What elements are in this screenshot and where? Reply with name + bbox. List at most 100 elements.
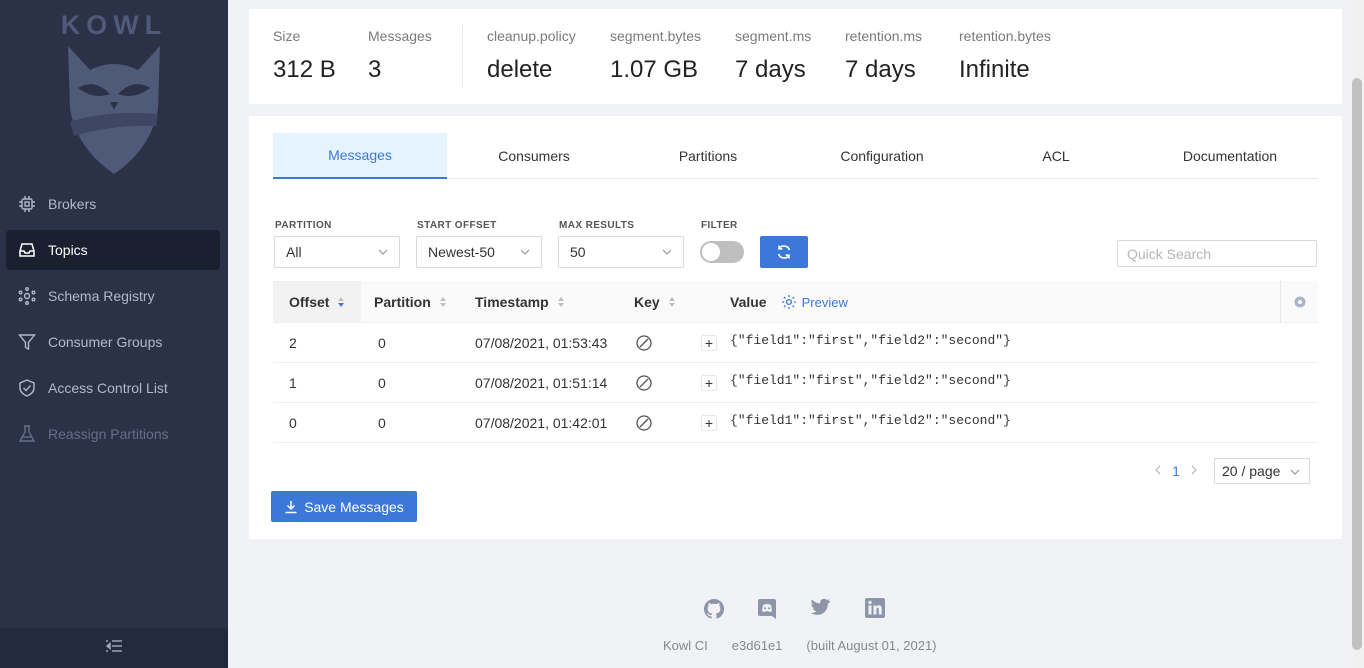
tab-messages[interactable]: Messages bbox=[273, 133, 447, 179]
cpu-icon bbox=[18, 195, 36, 213]
gear-icon bbox=[1294, 296, 1305, 308]
page-scrollbar[interactable] bbox=[1350, 0, 1364, 668]
table-row[interactable]: 0 0 07/08/2021, 01:42:01 + {"field1":"fi… bbox=[273, 403, 1318, 443]
table-row[interactable]: 1 0 07/08/2021, 01:51:14 + {"field1":"fi… bbox=[273, 363, 1318, 403]
stat-label: retention.bytes bbox=[959, 28, 1051, 44]
logo-text: KOWL bbox=[60, 10, 168, 40]
discord-icon[interactable] bbox=[757, 598, 811, 620]
menu-fold-icon bbox=[105, 638, 123, 659]
stat-value: 7 days bbox=[735, 56, 806, 83]
chevron-down-icon bbox=[520, 249, 530, 255]
max-results-label: MAX RESULTS bbox=[559, 220, 635, 231]
sort-icon bbox=[557, 296, 565, 308]
tab-configuration[interactable]: Configuration bbox=[795, 133, 969, 179]
cell-offset: 0 bbox=[289, 415, 297, 431]
cell-timestamp: 07/08/2021, 01:53:43 bbox=[475, 335, 608, 351]
null-key-icon bbox=[635, 403, 653, 443]
tab-consumers[interactable]: Consumers bbox=[447, 133, 621, 179]
column-label: Timestamp bbox=[475, 294, 549, 310]
quick-search-input[interactable] bbox=[1117, 240, 1317, 267]
refresh-button[interactable] bbox=[760, 236, 808, 268]
github-icon[interactable] bbox=[703, 598, 757, 620]
preview-label: Preview bbox=[801, 294, 848, 310]
filter-toggle[interactable] bbox=[700, 241, 744, 263]
sidebar-item-label: Consumer Groups bbox=[48, 334, 163, 350]
expand-row-button[interactable]: + bbox=[701, 415, 717, 431]
gear-icon bbox=[781, 295, 796, 309]
start-offset-select[interactable]: Newest-50 bbox=[416, 236, 542, 268]
column-label: Offset bbox=[289, 294, 330, 310]
prev-page-button[interactable] bbox=[1152, 463, 1164, 479]
column-header-value: Value Preview bbox=[730, 281, 848, 323]
chevron-down-icon bbox=[662, 249, 672, 255]
preview-settings-link[interactable]: Preview bbox=[781, 294, 848, 310]
owl-logo-icon bbox=[68, 46, 160, 174]
tab-partitions[interactable]: Partitions bbox=[621, 133, 795, 179]
page-number-current[interactable]: 1 bbox=[1164, 463, 1188, 479]
save-messages-button[interactable]: Save Messages bbox=[271, 491, 417, 522]
sort-icon bbox=[668, 296, 676, 308]
page-size-value: 20 / page bbox=[1222, 463, 1281, 479]
column-header-key[interactable]: Key bbox=[634, 281, 676, 323]
table-row[interactable]: 2 0 07/08/2021, 01:53:43 + {"field1":"fi… bbox=[273, 323, 1318, 363]
funnel-icon bbox=[18, 333, 36, 351]
filter-label: FILTER bbox=[701, 220, 738, 231]
table-settings-button[interactable] bbox=[1280, 281, 1318, 323]
stat-segment-ms: segment.ms 7 days bbox=[735, 28, 811, 84]
stat-divider bbox=[462, 26, 463, 88]
sidebar-item-reassign-partitions[interactable]: Reassign Partitions bbox=[6, 414, 220, 454]
stat-label: segment.ms bbox=[735, 28, 812, 44]
sort-icon bbox=[439, 296, 447, 308]
chevron-right-icon bbox=[1191, 465, 1197, 475]
expand-row-button[interactable]: + bbox=[701, 335, 717, 351]
sidebar-item-consumer-groups[interactable]: Consumer Groups bbox=[6, 322, 220, 362]
linkedin-icon[interactable] bbox=[865, 598, 919, 620]
stat-retention-bytes: retention.bytes Infinite bbox=[959, 28, 1051, 84]
table-header: Offset Partition Timestamp Key Value Pre… bbox=[273, 281, 1318, 323]
scrollbar-thumb[interactable] bbox=[1352, 78, 1362, 650]
sidebar-item-label: Access Control List bbox=[48, 380, 168, 396]
stat-size: Size 312 B bbox=[273, 28, 336, 84]
sidebar-item-label: Topics bbox=[48, 242, 88, 258]
stat-value: 7 days bbox=[845, 56, 916, 83]
cell-partition: 0 bbox=[378, 335, 386, 351]
column-header-partition[interactable]: Partition bbox=[374, 281, 447, 323]
sidebar: KOWL Brokers Topics Schema Registry Cons… bbox=[0, 0, 228, 668]
column-header-offset[interactable]: Offset bbox=[273, 281, 361, 323]
sidebar-item-schema-registry[interactable]: Schema Registry bbox=[6, 276, 220, 316]
expand-row-button[interactable]: + bbox=[701, 375, 717, 391]
share-nodes-icon bbox=[18, 287, 36, 305]
next-page-button[interactable] bbox=[1188, 463, 1200, 479]
stat-value: 312 B bbox=[273, 56, 336, 83]
cell-offset: 2 bbox=[289, 335, 297, 351]
page-size-select[interactable]: 20 / page bbox=[1214, 458, 1310, 484]
max-results-select[interactable]: 50 bbox=[558, 236, 684, 268]
tab-acl[interactable]: ACL bbox=[969, 133, 1143, 179]
cell-timestamp: 07/08/2021, 01:51:14 bbox=[475, 375, 608, 391]
topic-stats-panel: Size 312 B Messages 3 cleanup.policy del… bbox=[249, 9, 1342, 104]
partition-select[interactable]: All bbox=[274, 236, 400, 268]
sidebar-item-label: Reassign Partitions bbox=[48, 426, 169, 442]
twitter-icon[interactable] bbox=[811, 598, 865, 620]
sidebar-nav: Brokers Topics Schema Registry Consumer … bbox=[6, 184, 220, 460]
footer-commit: e3d61e1 bbox=[731, 638, 783, 653]
footer-build-info: Kowl CI e3d61e1 (built August 01, 2021) bbox=[663, 638, 961, 653]
max-results-value: 50 bbox=[570, 244, 586, 260]
cell-partition: 0 bbox=[378, 375, 386, 391]
stat-value: Infinite bbox=[959, 56, 1030, 83]
sort-descending-icon bbox=[337, 296, 345, 308]
stat-value: delete bbox=[487, 56, 553, 83]
null-key-icon bbox=[635, 363, 653, 403]
column-header-timestamp[interactable]: Timestamp bbox=[475, 281, 565, 323]
tab-documentation[interactable]: Documentation bbox=[1143, 133, 1317, 179]
sidebar-item-access-control-list[interactable]: Access Control List bbox=[6, 368, 220, 408]
inbox-icon bbox=[18, 241, 36, 259]
sidebar-item-topics[interactable]: Topics bbox=[6, 230, 220, 270]
stat-label: cleanup.policy bbox=[487, 28, 576, 44]
stat-label: Size bbox=[273, 28, 301, 44]
start-offset-value: Newest-50 bbox=[428, 244, 495, 260]
sidebar-item-brokers[interactable]: Brokers bbox=[6, 184, 220, 224]
sidebar-collapse-button[interactable] bbox=[0, 628, 228, 668]
footer-product: Kowl CI bbox=[663, 638, 708, 653]
kowl-logo[interactable]: KOWL bbox=[56, 10, 172, 180]
